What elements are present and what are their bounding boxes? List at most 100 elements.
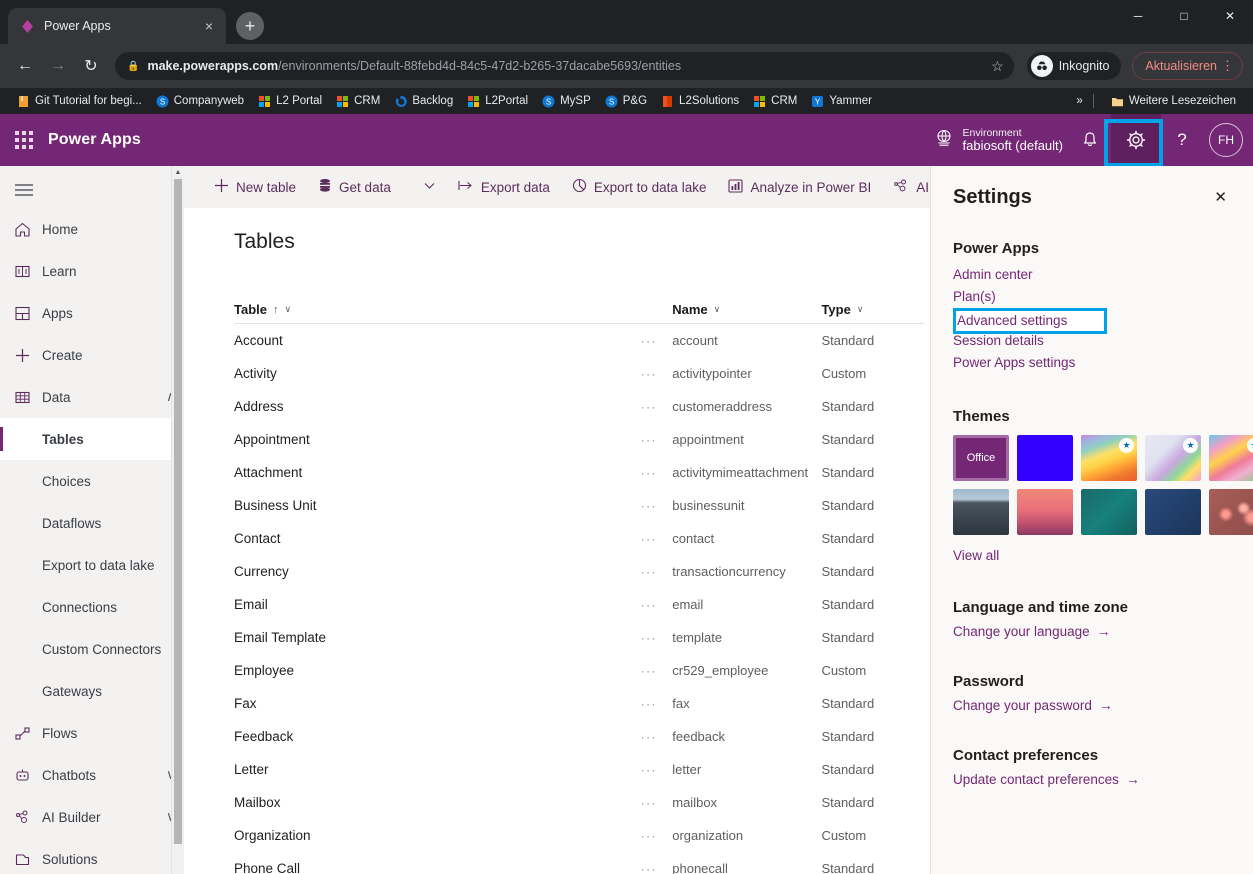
bookmark-item[interactable]: Backlog [387, 95, 460, 108]
sidebar-item-tables[interactable]: Tables [0, 418, 184, 460]
hamburger-menu-icon[interactable] [0, 172, 184, 208]
bookmark-star-icon[interactable]: ☆ [983, 58, 1004, 75]
sidebar-item-choices[interactable]: Choices [0, 460, 184, 502]
row-menu-icon[interactable]: ··· [626, 697, 673, 711]
column-header-table[interactable]: Table ↑ ∨ [234, 302, 626, 317]
table-row[interactable]: Business Unit ··· businessunit Standard [234, 489, 924, 522]
row-menu-icon[interactable]: ··· [626, 862, 673, 874]
bookmark-item[interactable]: Y Yammer [804, 95, 879, 108]
theme-blue[interactable] [1017, 435, 1073, 481]
row-menu-icon[interactable]: ··· [626, 829, 673, 843]
row-menu-icon[interactable]: ··· [626, 532, 673, 546]
sidebar-item-connections[interactable]: Connections [0, 586, 184, 628]
sidebar-item-dataflows[interactable]: Dataflows [0, 502, 184, 544]
table-row[interactable]: Employee ··· cr529_employee Custom [234, 654, 924, 687]
table-row[interactable]: Fax ··· fax Standard [234, 687, 924, 720]
row-menu-icon[interactable]: ··· [626, 796, 673, 810]
notification-bell-icon[interactable] [1069, 114, 1111, 166]
theme-swirl[interactable]: ★ [1145, 435, 1201, 481]
incognito-indicator[interactable]: Inkognito [1027, 52, 1122, 80]
link-update-contact-preferences[interactable]: Update contact preferences → [953, 771, 1231, 787]
row-menu-icon[interactable]: ··· [626, 664, 673, 678]
theme-rainbow-stripes[interactable]: ★ [1081, 435, 1137, 481]
new-tab-button[interactable]: + [236, 12, 264, 40]
new-table-button[interactable]: New table [204, 166, 306, 208]
table-row[interactable]: Address ··· customeraddress Standard [234, 390, 924, 423]
link-power-apps-settings[interactable]: Power Apps settings [953, 352, 1231, 374]
address-bar[interactable]: 🔒 make.powerapps.com/environments/Defaul… [115, 52, 1014, 80]
chevron-down-icon[interactable]: ∨ [714, 304, 721, 315]
sidebar-item-solutions[interactable]: Solutions [0, 838, 184, 874]
sidebar-item-create[interactable]: Create [0, 334, 184, 376]
window-maximize-button[interactable]: □ [1161, 0, 1207, 32]
export-to-data-lake-button[interactable]: Export to data lake [562, 166, 717, 208]
bookmarks-overflow-icon[interactable]: » [1076, 95, 1082, 107]
bookmark-item[interactable]: L2Solutions [654, 95, 746, 108]
sidebar-item-learn[interactable]: Learn [0, 250, 184, 292]
theme-circuit[interactable] [1081, 489, 1137, 535]
table-row[interactable]: Activity ··· activitypointer Custom [234, 357, 924, 390]
table-row[interactable]: Account ··· account Standard [234, 324, 924, 357]
theme-blueprint[interactable] [1145, 489, 1201, 535]
bookmark-item[interactable]: CRM [329, 95, 387, 108]
close-icon[interactable]: ✕ [1210, 186, 1231, 208]
theme-mountain[interactable] [953, 489, 1009, 535]
row-menu-icon[interactable]: ··· [626, 631, 673, 645]
table-row[interactable]: Attachment ··· activitymimeattachment St… [234, 456, 924, 489]
help-icon[interactable]: ? [1161, 114, 1203, 166]
chevron-down-icon[interactable]: ∨ [285, 304, 292, 315]
row-menu-icon[interactable]: ··· [626, 763, 673, 777]
table-row[interactable]: Phone Call ··· phonecall Standard [234, 852, 924, 874]
browser-menu-icon[interactable]: ⋮ [1221, 58, 1234, 74]
sidebar-item-apps[interactable]: Apps [0, 292, 184, 334]
theme-lights[interactable] [1209, 489, 1253, 535]
scrollbar-thumb[interactable] [174, 179, 182, 844]
bookmark-item[interactable]: CRM [746, 95, 804, 108]
row-menu-icon[interactable]: ··· [626, 499, 673, 513]
get-data-button[interactable]: Get data [308, 166, 401, 208]
export-data-button[interactable]: Export data [448, 166, 560, 208]
sidebar-item-data[interactable]: Data ∧ [0, 376, 184, 418]
forward-button[interactable]: → [43, 51, 73, 81]
window-close-button[interactable]: ✕ [1207, 0, 1253, 32]
theme-unicorn[interactable]: ★ [1209, 435, 1253, 481]
table-row[interactable]: Email Template ··· template Standard [234, 621, 924, 654]
app-brand-title[interactable]: Power Apps [48, 131, 141, 149]
command-overflow-button[interactable] [413, 166, 446, 208]
other-bookmarks-item[interactable]: Weitere Lesezeichen [1104, 95, 1243, 108]
column-header-name[interactable]: Name ∨ [672, 302, 821, 317]
app-launcher-icon[interactable] [0, 131, 48, 149]
table-row[interactable]: Organization ··· organization Custom [234, 819, 924, 852]
bookmark-item[interactable]: L2Portal [460, 95, 535, 108]
analyze-in-power-bi-button[interactable]: Analyze in Power BI [718, 166, 881, 208]
row-menu-icon[interactable]: ··· [626, 565, 673, 579]
link-admin-center[interactable]: Admin center [953, 264, 1231, 286]
theme-palms[interactable] [1017, 489, 1073, 535]
row-menu-icon[interactable]: ··· [626, 466, 673, 480]
table-row[interactable]: Mailbox ··· mailbox Standard [234, 786, 924, 819]
bookmark-item[interactable]: L2 Portal [251, 95, 329, 108]
ai-builder-button[interactable]: AI B [883, 166, 930, 208]
table-row[interactable]: Feedback ··· feedback Standard [234, 720, 924, 753]
row-menu-icon[interactable]: ··· [626, 334, 673, 348]
column-header-type[interactable]: Type ∨ [821, 302, 924, 317]
chevron-down-icon[interactable]: ∨ [857, 304, 864, 315]
tab-close-icon[interactable]: × [202, 17, 216, 35]
bookmark-item[interactable]: Git Tutorial for begi... [10, 95, 149, 108]
back-button[interactable]: ← [10, 51, 40, 81]
row-menu-icon[interactable]: ··· [626, 400, 673, 414]
bookmark-item[interactable]: S MySP [535, 95, 598, 108]
table-row[interactable]: Appointment ··· appointment Standard [234, 423, 924, 456]
row-menu-icon[interactable]: ··· [626, 367, 673, 381]
sidebar-item-ai-builder[interactable]: AI Builder ∨ [0, 796, 184, 838]
row-menu-icon[interactable]: ··· [626, 730, 673, 744]
window-minimize-button[interactable]: ─ [1115, 0, 1161, 32]
bookmark-item[interactable]: S P&G [598, 95, 654, 108]
bookmark-item[interactable]: S Companyweb [149, 95, 251, 108]
link-plans[interactable]: Plan(s) [953, 286, 1231, 308]
avatar[interactable]: FH [1209, 123, 1243, 157]
environment-selector[interactable]: Environment fabiosoft (default) [934, 127, 1069, 154]
sidebar-item-gateways[interactable]: Gateways [0, 670, 184, 712]
sidebar-item-flows[interactable]: Flows [0, 712, 184, 754]
table-row[interactable]: Letter ··· letter Standard [234, 753, 924, 786]
